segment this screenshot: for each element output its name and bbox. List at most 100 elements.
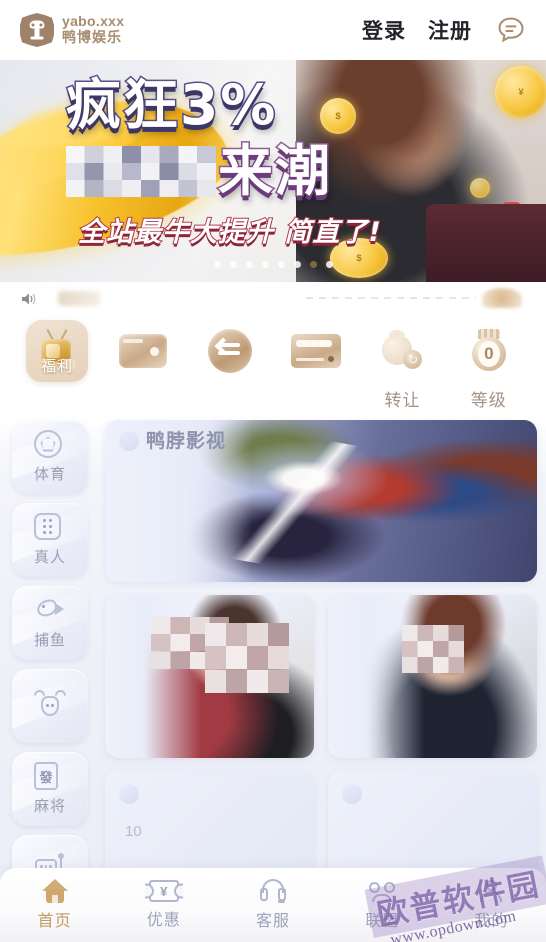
sidebar-item-label: 体育 (33, 466, 66, 483)
category-sidebar: 体育 真人 捕鱼 發 麻将 (0, 416, 100, 913)
card-mosaic-block (402, 625, 464, 673)
card-grid-row-2: 10 (105, 771, 537, 881)
bull-head-icon (34, 689, 66, 720)
card-mosaic-block (205, 623, 289, 693)
bank-card-icon (291, 334, 342, 368)
tab-label: 首页 (37, 913, 72, 930)
content-card-xiaozhu[interactable]: 小猪频 (多人) (328, 595, 537, 758)
ticket-icon: ¥ (148, 880, 179, 902)
card-button-box[interactable] (285, 320, 347, 382)
quick-action-level[interactable]: 0 等级 (446, 320, 532, 411)
headset-icon (260, 879, 286, 903)
home-icon (41, 879, 68, 903)
money-bag-refresh-icon (380, 330, 424, 371)
carousel-dot[interactable] (229, 261, 237, 268)
wallet-button-box[interactable] (112, 320, 174, 382)
content-card-partial-left[interactable]: 10 (105, 771, 314, 881)
carousel-dot[interactable] (213, 261, 221, 268)
banner-headline-line1: 疯狂3% (64, 73, 278, 137)
banner-headline-line2: 来潮 (66, 139, 333, 203)
sidebar-item-fishing[interactable]: 捕鱼 (12, 586, 88, 660)
mahjong-tile-icon: 發 (34, 762, 66, 792)
tab-label: 客服 (256, 913, 291, 930)
carousel-dots[interactable] (0, 261, 546, 268)
announcement-trailing-badge (482, 288, 522, 308)
register-button[interactable]: 注册 (428, 15, 472, 45)
quick-action-label: 转让 (384, 391, 421, 410)
duck-logo-icon (20, 13, 54, 47)
login-button[interactable]: 登录 (362, 15, 406, 45)
banner-headline-line2-tail: 来潮 (216, 139, 333, 203)
quick-action-zhuanrang[interactable]: 转让 (359, 320, 445, 411)
card-badge-circle-icon (119, 784, 139, 804)
quick-action-label: 福利 (41, 358, 74, 375)
brand-name-cn: 鸭博娱乐 (62, 29, 122, 45)
level-button-box[interactable]: 0 (458, 320, 520, 382)
card-fade-overlay (328, 595, 425, 758)
header-actions: 登录 注册 (362, 13, 528, 47)
quick-action-label: 等级 (470, 391, 507, 410)
quick-action-card[interactable] (273, 320, 359, 386)
brand-logo-text: yabo.xxx 鸭博娱乐 (62, 14, 124, 45)
quick-action-welfare[interactable]: 福利 (14, 320, 100, 382)
swap-transfer-icon (207, 329, 252, 373)
tab-label: 优惠 (146, 912, 181, 929)
tab-union[interactable]: 联盟 (328, 879, 437, 931)
content-card-partial-right[interactable] (328, 771, 537, 881)
promo-banner-carousel[interactable]: $ ¥ $ 疯狂3% 来潮 全站最牛大提升 简直了! (0, 60, 546, 282)
sidebar-item-bull[interactable] (12, 669, 88, 743)
zhuanrang-button-box[interactable] (371, 320, 433, 382)
card-grid-row-1: 鸭脖 (黄瓜 小猪频 (多人) (105, 595, 537, 758)
content-column: 鸭脖影视 鸭脖 (黄瓜 (105, 420, 537, 881)
brand-name-en: yabo.xxx (62, 13, 125, 30)
carousel-dot[interactable] (293, 261, 301, 268)
banner-censored-text (66, 145, 216, 198)
banner-subtitle: 全站最牛大提升 简直了! (77, 216, 382, 249)
sidebar-item-label: 麻将 (33, 798, 66, 815)
quick-action-swap[interactable] (187, 320, 273, 386)
poker-chips-stack (503, 202, 520, 248)
content-card-yabo[interactable]: 鸭脖 (黄瓜 (105, 595, 314, 758)
gold-coin-icon: ¥ (495, 66, 546, 118)
announcement-bar[interactable] (0, 282, 546, 316)
level-value: 0 (477, 341, 500, 367)
card-number-label: 10 (125, 823, 142, 840)
brand-logo[interactable]: yabo.xxx 鸭博娱乐 (20, 13, 124, 47)
bottom-tab-bar: 首页 ¥ 优惠 客服 联盟 我的 (0, 868, 546, 942)
sidebar-item-sports[interactable]: 体育 (12, 420, 88, 494)
soccer-ball-icon (34, 430, 66, 460)
card-badge-circle-icon (119, 431, 139, 451)
swap-button-box[interactable] (199, 320, 261, 382)
hero-card-film[interactable]: 鸭脖影视 (105, 420, 537, 582)
speaker-icon (20, 291, 38, 307)
welfare-button-box[interactable]: 福利 (26, 320, 89, 382)
main-content-area: 体育 真人 捕鱼 發 麻将 鸭脖影视 10 (0, 416, 546, 913)
tab-profile[interactable]: 我的 (437, 879, 546, 931)
person-icon (479, 879, 503, 903)
sidebar-item-live-casino[interactable]: 真人 (12, 503, 88, 577)
quick-action-wallet[interactable] (100, 320, 186, 386)
tab-label: 联盟 (365, 913, 400, 930)
sidebar-item-label: 真人 (33, 549, 66, 566)
tab-promotions[interactable]: ¥ 优惠 (109, 880, 218, 930)
tab-home[interactable]: 首页 (0, 879, 109, 931)
fish-icon (34, 596, 66, 626)
carousel-dot[interactable] (261, 261, 269, 268)
announcement-blurred-content (58, 291, 100, 306)
gold-coin-icon (470, 178, 490, 198)
union-people-icon (369, 879, 396, 903)
sidebar-item-label: 捕鱼 (33, 632, 66, 649)
tab-support[interactable]: 客服 (218, 879, 327, 931)
level-medal-icon: 0 (469, 329, 509, 373)
quick-actions-row: 福利 转让 0 等级 (0, 316, 546, 416)
drink-can (480, 218, 494, 252)
card-badge-circle-icon (342, 784, 362, 804)
carousel-dot-active[interactable] (309, 261, 317, 268)
carousel-dot[interactable] (325, 261, 333, 268)
announcement-trailing-dots (306, 297, 476, 299)
sidebar-item-mahjong[interactable]: 發 麻将 (12, 752, 88, 826)
app-header: yabo.xxx 鸭博娱乐 登录 注册 (0, 0, 546, 60)
carousel-dot[interactable] (277, 261, 285, 268)
carousel-dot[interactable] (245, 261, 253, 268)
chat-bubble-icon[interactable] (494, 13, 528, 47)
